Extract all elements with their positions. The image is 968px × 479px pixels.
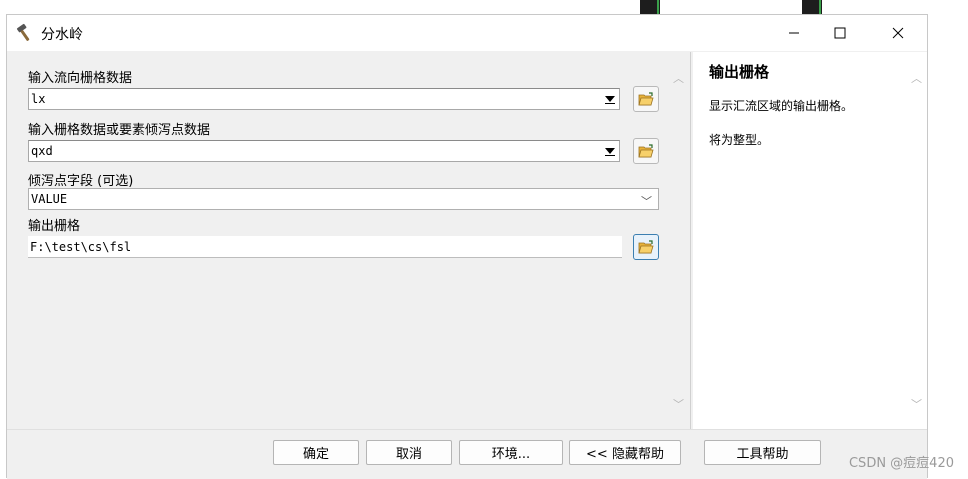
flow-direction-label: 输入流向栅格数据 (28, 71, 133, 86)
dropdown-arrow-icon (605, 148, 615, 154)
maximize-icon (834, 27, 846, 39)
browse-output-raster-button[interactable] (633, 234, 659, 260)
output-raster-value: F:\test\cs\fsl (30, 240, 132, 254)
help-scroll-up-icon[interactable]: ︿ (911, 70, 922, 86)
cancel-button[interactable]: 取消 (366, 440, 452, 465)
hammer-icon (16, 23, 30, 41)
pour-point-label: 输入栅格数据或要素倾泻点数据 (28, 123, 211, 138)
minimize-button[interactable] (771, 15, 817, 51)
tool-help-button[interactable]: 工具帮助 (704, 440, 821, 465)
pour-point-field-label: 倾泻点字段 (可选) (28, 174, 134, 189)
watermark: CSDN @痘痘420 (848, 456, 954, 471)
pour-point-combo[interactable]: qxd (28, 140, 620, 162)
flow-direction-value: lx (31, 92, 46, 106)
help-pane: 输出栅格 显示汇流区域的输出栅格。 将为整型。 ︿ ﹀ (693, 52, 927, 429)
help-scroll-down-icon[interactable]: ﹀ (911, 396, 922, 412)
pour-point-value: qxd (31, 144, 53, 158)
help-title: 输出栅格 (709, 63, 770, 81)
dropdown-arrow-icon (605, 96, 615, 102)
maximize-button[interactable] (817, 15, 863, 51)
close-icon (892, 27, 904, 39)
dialog-window: 分水岭 ︿ ﹀ 输入流向栅格数据 lx 输入栅格数据或要素倾泻点数据 qxd 倾… (6, 14, 928, 479)
button-bar: 确定 取消 环境... << 隐藏帮助 工具帮助 (7, 429, 927, 479)
help-description: 显示汇流区域的输出栅格。 (709, 99, 854, 113)
window-title: 分水岭 (41, 27, 83, 43)
browse-pour-point-button[interactable] (633, 138, 659, 164)
close-button[interactable] (875, 15, 921, 51)
ok-button[interactable]: 确定 (273, 440, 359, 465)
title-bar: 分水岭 (7, 15, 927, 51)
pour-point-field-value: VALUE (31, 192, 68, 206)
parameters-pane: ︿ ﹀ 输入流向栅格数据 lx 输入栅格数据或要素倾泻点数据 qxd 倾泻点字段… (7, 52, 691, 429)
folder-open-icon (638, 92, 654, 106)
scroll-up-icon[interactable]: ︿ (673, 70, 684, 86)
background-window-fragment-1 (640, 0, 660, 14)
scroll-down-icon[interactable]: ﹀ (673, 396, 684, 412)
browse-flow-direction-button[interactable] (633, 86, 659, 112)
folder-open-icon (638, 144, 654, 158)
folder-open-icon (638, 240, 654, 254)
output-raster-label: 输出栅格 (28, 219, 81, 234)
flow-direction-combo[interactable]: lx (28, 88, 620, 110)
pour-point-field-select[interactable]: VALUE ﹀ (28, 188, 659, 210)
output-raster-input[interactable]: F:\test\cs\fsl (28, 236, 622, 258)
chevron-down-icon: ﹀ (641, 195, 652, 208)
environments-button[interactable]: 环境... (459, 440, 563, 465)
background-window-fragment-2 (802, 0, 822, 14)
help-note: 将为整型。 (709, 133, 770, 147)
hide-help-button[interactable]: << 隐藏帮助 (569, 440, 681, 465)
minimize-icon (789, 32, 799, 34)
